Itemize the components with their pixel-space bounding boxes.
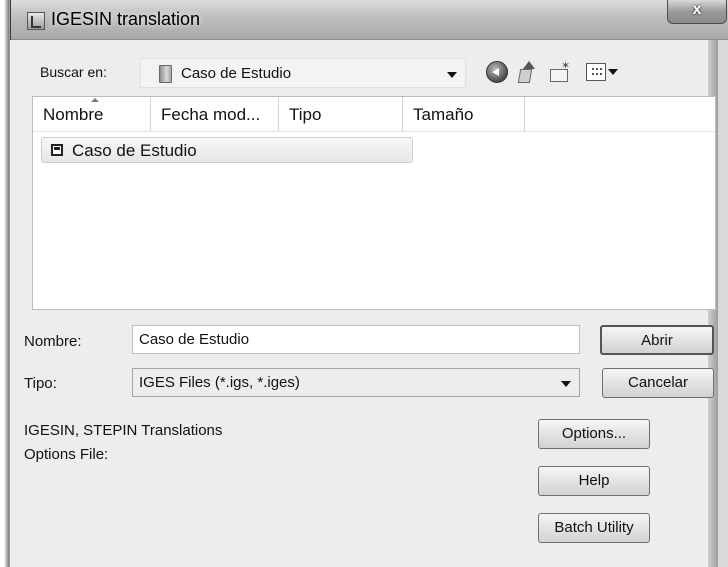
- file-list[interactable]: Nombre Fecha mod... Tipo Tamaño Caso de …: [32, 96, 716, 310]
- file-type-value: IGES Files (*.igs, *.iges): [139, 374, 300, 391]
- list-item-label: Caso de Estudio: [72, 141, 197, 160]
- look-in-value: Caso de Estudio: [181, 65, 292, 82]
- file-type-label: Tipo:: [24, 375, 57, 392]
- column-header-type[interactable]: Tipo: [279, 97, 403, 131]
- look-in-dropdown[interactable]: Caso de Estudio: [140, 58, 466, 88]
- file-type-select[interactable]: IGES Files (*.igs, *.iges): [132, 368, 580, 397]
- window-title: IGESIN translation: [51, 9, 201, 29]
- archive-icon: [51, 144, 63, 156]
- title-bar[interactable]: IGESIN translation x: [11, 0, 728, 40]
- folder-icon: [159, 65, 172, 83]
- list-item[interactable]: Caso de Estudio: [41, 137, 413, 163]
- options-file-label: Options File:: [24, 446, 109, 463]
- column-header-name[interactable]: Nombre: [33, 97, 151, 131]
- cancel-button[interactable]: Cancelar: [602, 368, 714, 398]
- sort-up-icon: [91, 98, 99, 102]
- close-button[interactable]: x: [667, 0, 727, 24]
- batch-utility-button[interactable]: Batch Utility: [538, 513, 650, 543]
- header-divider: [33, 131, 715, 132]
- back-icon[interactable]: [486, 61, 508, 83]
- screen-edge: [0, 0, 10, 567]
- file-name-label: Nombre:: [24, 333, 82, 350]
- view-menu-icon[interactable]: [586, 61, 620, 83]
- file-name-input[interactable]: Caso de Estudio: [132, 325, 580, 354]
- open-button[interactable]: Abrir: [600, 325, 714, 355]
- chevron-down-icon[interactable]: [447, 72, 457, 78]
- column-header-size[interactable]: Tamaño: [403, 97, 525, 131]
- look-in-label: Buscar en:: [40, 64, 107, 80]
- options-button[interactable]: Options...: [538, 419, 650, 449]
- translations-text: IGESIN, STEPIN Translations: [24, 422, 223, 439]
- new-folder-icon[interactable]: [548, 59, 570, 83]
- help-button[interactable]: Help: [538, 466, 650, 496]
- column-header-date[interactable]: Fecha mod...: [151, 97, 279, 131]
- up-folder-icon[interactable]: [515, 61, 537, 83]
- app-icon: [27, 12, 45, 30]
- chevron-down-icon[interactable]: [561, 381, 571, 387]
- chevron-down-icon[interactable]: [608, 69, 618, 75]
